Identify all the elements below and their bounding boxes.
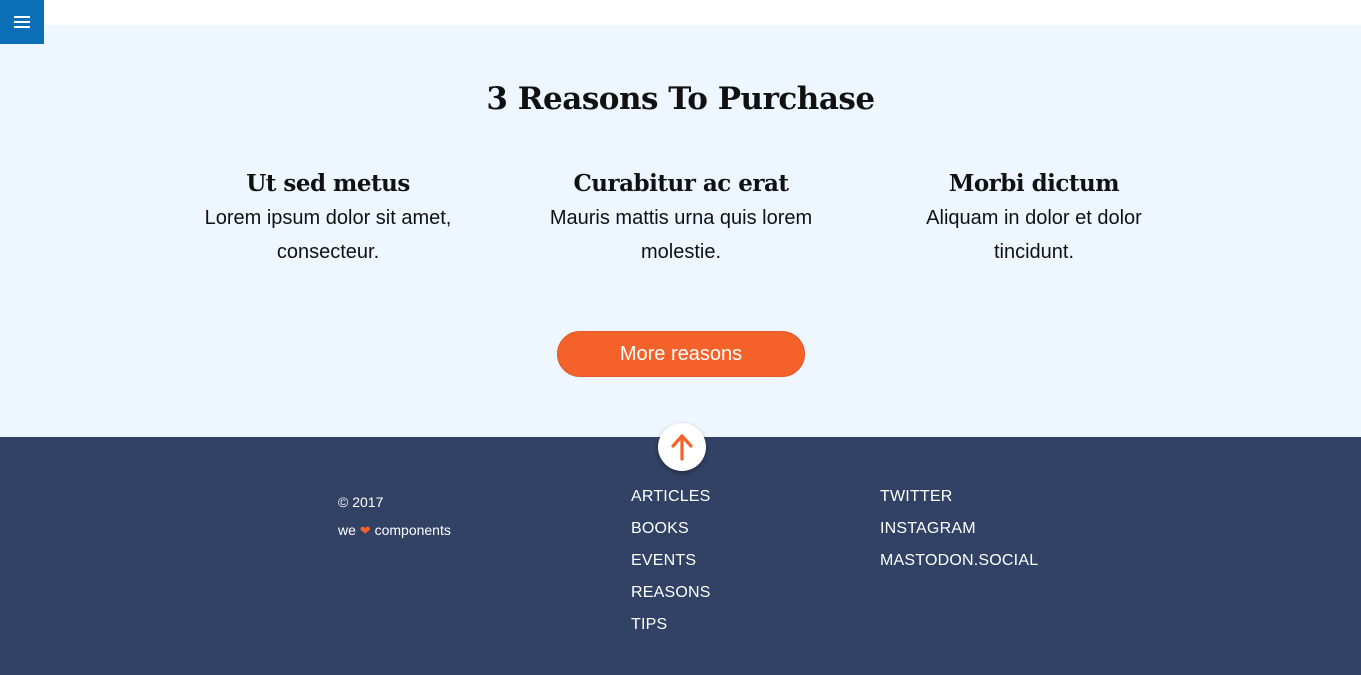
footer-link-events[interactable]: EVENTS xyxy=(631,545,711,577)
footer-link-articles[interactable]: ARTICLES xyxy=(631,481,711,513)
reasons-section: 3 Reasons To Purchase Ut sed metus Lorem… xyxy=(0,25,1361,437)
reason-item: Ut sed metus Lorem ipsum dolor sit amet,… xyxy=(178,169,478,269)
reason-text: Lorem ipsum dolor sit amet, consecteur. xyxy=(204,207,452,263)
footer-link-books[interactable]: BOOKS xyxy=(631,513,711,545)
reason-heading: Morbi dictum xyxy=(948,170,1120,197)
tagline: we ❤ components xyxy=(338,516,451,545)
hamburger-menu-icon xyxy=(14,16,30,28)
reason-text: Mauris mattis urna quis lorem molestie. xyxy=(549,207,813,263)
footer-copyright-block: © 2017 we ❤ components xyxy=(338,488,451,545)
footer-link-reasons[interactable]: REASONS xyxy=(631,577,711,609)
footer-link-instagram[interactable]: INSTAGRAM xyxy=(880,513,1038,545)
footer-social-links: TWITTER INSTAGRAM MASTODON.SOCIAL xyxy=(880,481,1038,577)
footer-nav-links: ARTICLES BOOKS EVENTS REASONS TIPS xyxy=(631,481,711,641)
reason-text: Aliquam in dolor et dolor tincidunt. xyxy=(926,207,1142,263)
copyright-text: © 2017 xyxy=(338,494,384,510)
footer-link-twitter[interactable]: TWITTER xyxy=(880,481,1038,513)
menu-button[interactable] xyxy=(0,0,44,44)
footer-link-tips[interactable]: TIPS xyxy=(631,609,711,641)
reason-heading: Curabitur ac erat xyxy=(573,170,789,197)
heart-icon: ❤ xyxy=(359,523,371,538)
back-to-top-button[interactable] xyxy=(658,423,706,471)
tagline-we: we xyxy=(338,522,356,538)
more-reasons-button[interactable]: More reasons xyxy=(557,331,805,377)
reason-item: Curabitur ac erat Mauris mattis urna qui… xyxy=(531,169,831,269)
reason-heading: Ut sed metus xyxy=(246,170,410,197)
footer-link-mastodon[interactable]: MASTODON.SOCIAL xyxy=(880,545,1038,577)
reason-item: Morbi dictum Aliquam in dolor et dolor t… xyxy=(884,169,1184,269)
arrow-up-icon xyxy=(671,434,693,461)
section-title: 3 Reasons To Purchase xyxy=(486,81,875,117)
tagline-components: components xyxy=(374,522,451,538)
